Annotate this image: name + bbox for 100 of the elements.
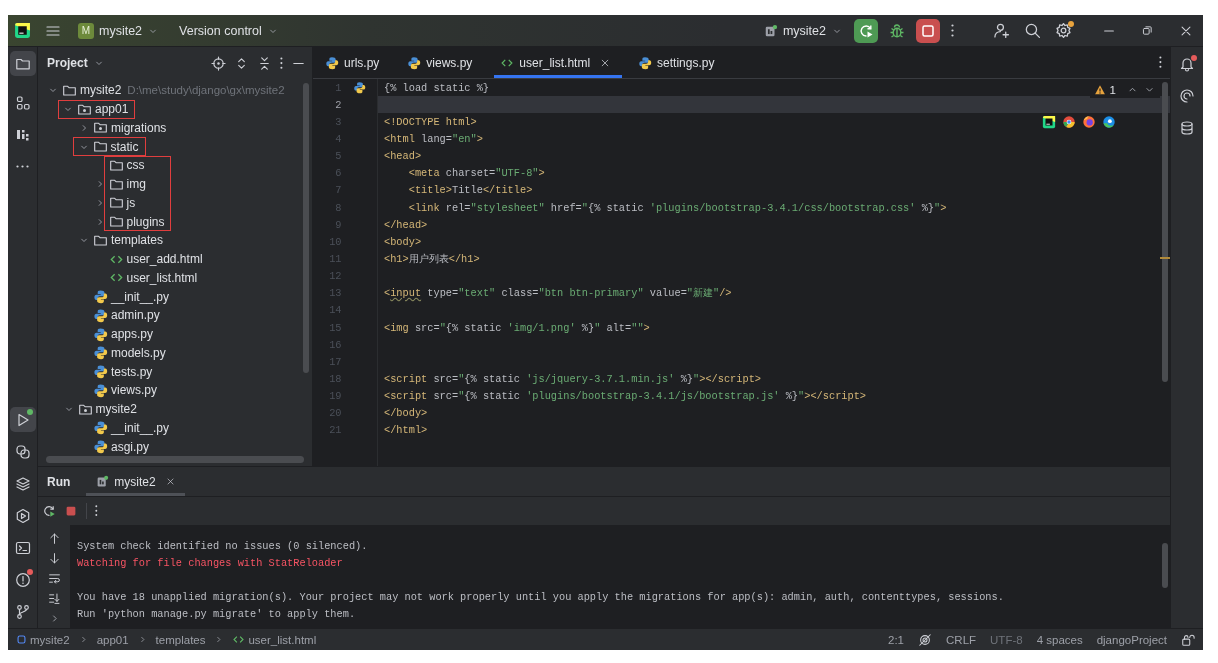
console-line: Run 'python manage.py migrate' to apply them. <box>77 607 356 622</box>
stop-icon[interactable] <box>64 504 78 518</box>
stop-icon <box>920 22 936 39</box>
warning-count: 1 <box>1109 83 1116 96</box>
lock-icon[interactable] <box>1181 632 1195 647</box>
tool-window-button[interactable] <box>9 51 36 76</box>
code-line: <h1>用户列表</h1> <box>384 251 480 266</box>
tree-item[interactable]: static <box>110 139 139 154</box>
bug-icon[interactable] <box>889 22 905 39</box>
tree-item[interactable]: __init__.py <box>111 289 170 304</box>
project-badge: M <box>78 22 94 39</box>
vcs-label: Version control <box>179 23 262 38</box>
vcs-menu[interactable]: Version control <box>176 18 282 43</box>
tree-item[interactable]: mysite2 <box>95 402 137 417</box>
close-icon[interactable] <box>165 477 175 486</box>
problems-icon <box>14 571 31 588</box>
code-line: <html lang="en"> <box>384 133 483 145</box>
breadcrumb-item[interactable]: user_list.html <box>248 633 317 646</box>
scrollbar[interactable] <box>1162 82 1168 382</box>
panel-title: Project <box>47 56 88 70</box>
breadcrumb-item[interactable]: templates <box>155 633 206 646</box>
status-item[interactable]: 4 spaces <box>1036 633 1083 646</box>
folder-icon <box>108 214 124 230</box>
python-icon[interactable] <box>352 81 366 95</box>
more-icon[interactable] <box>1159 56 1162 69</box>
breadcrumb-item[interactable]: app01 <box>96 633 129 646</box>
breadcrumb-item[interactable]: mysite2 <box>30 633 70 646</box>
tree-item[interactable]: templates <box>111 233 164 248</box>
bell-icon[interactable] <box>1179 56 1195 72</box>
warning-icon <box>1093 83 1106 96</box>
settings-icon[interactable] <box>1055 22 1072 39</box>
add-user-icon[interactable] <box>993 22 1010 39</box>
tree-item[interactable]: user_add.html <box>126 252 203 267</box>
code-line: <head> <box>384 150 422 163</box>
terminal-icon <box>14 539 31 556</box>
status-item[interactable]: djangoProject <box>1096 633 1167 646</box>
more-icon[interactable] <box>951 24 954 37</box>
tree-item[interactable]: tests.py <box>111 364 153 379</box>
view-selector[interactable]: Project <box>44 51 108 75</box>
editor-tab[interactable]: views.py <box>401 47 485 78</box>
tree-item[interactable]: views.py <box>111 383 157 398</box>
spiral-icon[interactable] <box>1179 88 1195 104</box>
editor-tab[interactable]: user_list.html <box>494 47 623 78</box>
services-icon <box>14 507 31 524</box>
editor-tab[interactable]: urls.py <box>319 47 392 78</box>
code-line: </body> <box>384 407 428 420</box>
tree-item[interactable]: plugins <box>126 214 165 229</box>
tree-item[interactable]: img <box>126 177 146 192</box>
status-item[interactable]: CRLF <box>946 633 977 646</box>
tree-item[interactable]: app01 <box>95 102 129 117</box>
more-icon[interactable] <box>95 505 98 517</box>
stop-button[interactable] <box>916 18 940 43</box>
python-file-icon <box>407 55 422 70</box>
tree-item[interactable]: migrations <box>111 120 167 135</box>
arrow-up-icon[interactable] <box>47 532 61 545</box>
crosshair-icon[interactable] <box>211 55 227 71</box>
more-icon[interactable] <box>280 56 283 70</box>
restore-icon[interactable] <box>1141 24 1154 37</box>
code-line: <meta charset="UTF-8"> <box>407 167 545 180</box>
tree-item[interactable]: __init__.py <box>111 420 170 435</box>
arrow-down-icon[interactable] <box>47 552 61 565</box>
browser-icon[interactable] <box>1082 115 1096 129</box>
rerun-button[interactable] <box>854 18 878 43</box>
soft-wrap-icon[interactable] <box>47 572 61 585</box>
console-line: System check identified no issues (0 silenced). <box>77 539 368 554</box>
project-switcher[interactable]: M mysite2 <box>75 18 163 43</box>
tree-item[interactable]: css <box>126 158 145 173</box>
tree-item[interactable]: asgi.py <box>111 439 150 454</box>
search-icon[interactable] <box>1024 22 1041 39</box>
console-line: You have 18 unapplied migration(s). Your project may not work properly until you apply the migrations for app(s): admin, auth, contenttypes, sessions. <box>77 590 1004 605</box>
tree-item[interactable]: admin.py <box>111 308 160 323</box>
browser-icon[interactable] <box>1102 115 1116 129</box>
run-tab[interactable]: mysite2 <box>86 467 185 496</box>
close-icon[interactable] <box>600 57 611 68</box>
tree-item[interactable]: apps.py <box>111 327 154 342</box>
status-item[interactable]: 2:1 <box>888 633 904 646</box>
tool-window-button[interactable] <box>9 407 36 432</box>
scrollbar[interactable] <box>46 456 304 463</box>
run-config-menu[interactable]: mysite2 <box>760 18 846 43</box>
editor-tab[interactable]: settings.py <box>632 47 727 78</box>
scrollbar[interactable] <box>1162 543 1168 588</box>
scroll-to-end-icon[interactable] <box>47 592 61 605</box>
scrollbar[interactable] <box>303 83 309 373</box>
app-logo-icon[interactable] <box>14 22 31 39</box>
code-line: <link rel="stylesheet" href="{% static 'plugins/bootstrap-3.4.1/css/bootstrap.css' %}"> <box>407 201 947 214</box>
app-logo-icon[interactable] <box>1042 115 1056 129</box>
change-marker <box>1160 257 1170 259</box>
rerun-icon[interactable] <box>42 504 56 518</box>
tree-item[interactable]: user_list.html <box>126 270 198 285</box>
tree-item[interactable]: js <box>126 195 136 210</box>
crossed-circle-icon[interactable] <box>918 632 932 647</box>
tree-item[interactable]: mysite2 <box>80 83 122 98</box>
tree-item[interactable]: models.py <box>111 345 166 360</box>
python-file-icon <box>325 55 339 70</box>
database-icon[interactable] <box>1179 120 1195 136</box>
browser-icon[interactable] <box>1062 115 1076 129</box>
python-file-icon <box>93 420 108 436</box>
code-line: </head> <box>384 218 428 231</box>
code-line: <img src="{% static 'img/1.png' %}" alt=""> <box>384 321 650 334</box>
python-icon <box>14 443 31 460</box>
